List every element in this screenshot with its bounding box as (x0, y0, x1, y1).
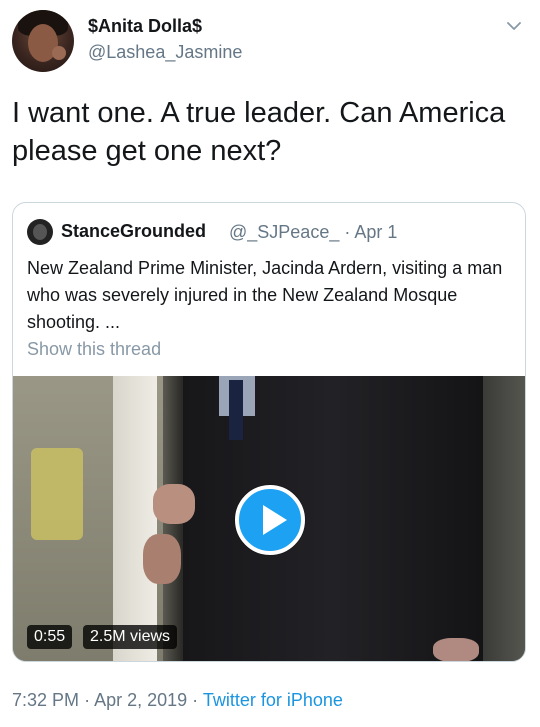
video-views-badge: 2.5M views (83, 625, 178, 649)
author-handle[interactable]: @Lashea_Jasmine (88, 42, 242, 63)
show-thread-link[interactable]: Show this thread (27, 339, 161, 360)
video-frame-tie (229, 380, 243, 440)
tweet-time[interactable]: 7:32 PM (12, 690, 79, 710)
quoted-author-meta: @_SJPeace_ · Apr 1 (229, 222, 397, 243)
avatar-hand (52, 46, 66, 60)
quoted-tweet-text: New Zealand Prime Minister, Jacinda Arde… (27, 258, 503, 332)
tweet-source-link[interactable]: Twitter for iPhone (203, 690, 343, 710)
play-icon (263, 505, 287, 535)
author-avatar[interactable] (12, 10, 74, 72)
video-frame-hand (153, 484, 195, 524)
video-frame-hand (433, 638, 479, 661)
tweet-date[interactable]: Apr 2, 2019 (94, 690, 187, 710)
quoted-tweet-date: Apr 1 (354, 222, 398, 242)
tweet-header: $Anita Dolla$ @Lashea_Jasmine (12, 10, 528, 74)
meta-separator: · (344, 222, 351, 242)
chevron-down-icon[interactable] (504, 16, 524, 36)
tweet-footer: 7:32 PM · Apr 2, 2019 · Twitter for iPho… (12, 690, 343, 711)
footer-separator: · (192, 690, 199, 710)
video-frame-dispenser (31, 448, 83, 540)
tweet-text: I want one. A true leader. Can America p… (12, 97, 506, 167)
video-player[interactable]: 0:55 2.5M views (13, 376, 525, 661)
video-frame-edge (483, 376, 525, 661)
video-frame-suit (183, 376, 483, 661)
play-button[interactable] (235, 485, 305, 555)
video-duration-badge: 0:55 (27, 625, 73, 649)
footer-separator: · (84, 690, 91, 710)
quoted-avatar-face (33, 224, 47, 240)
quoted-author-avatar (27, 219, 53, 245)
author-display-name[interactable]: $Anita Dolla$ (88, 16, 202, 37)
quoted-author-handle: @_SJPeace_ (229, 222, 340, 242)
quoted-tweet-card[interactable]: StanceGrounded @_SJPeace_ · Apr 1 New Ze… (12, 202, 526, 662)
quoted-author-name: StanceGrounded (61, 221, 207, 241)
video-frame-hand (143, 534, 181, 584)
video-frame-door (113, 376, 157, 661)
